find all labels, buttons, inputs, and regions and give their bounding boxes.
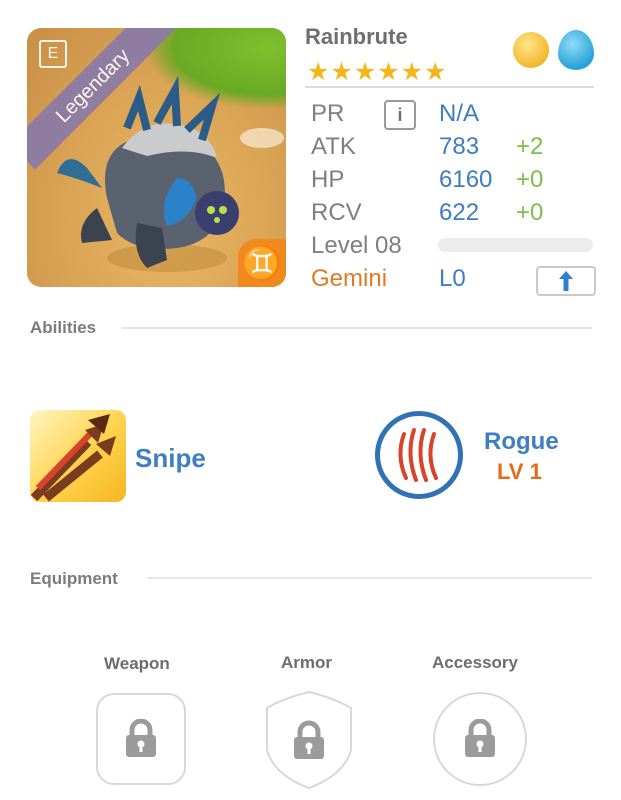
upgrade-button[interactable] <box>536 266 596 296</box>
abilities-section-title: Abilities <box>30 318 97 337</box>
hp-bonus: +0 <box>516 166 544 193</box>
rcv-value: 622 <box>439 199 480 226</box>
pr-label: PR <box>311 100 345 127</box>
water-element-icon <box>558 30 594 70</box>
armor-slot-label: Armor <box>281 653 333 672</box>
lock-icon <box>126 719 156 757</box>
rcv-bonus: +0 <box>516 199 544 226</box>
atk-value: 783 <box>439 133 480 160</box>
pr-value: N/A <box>439 100 480 127</box>
star-rating: ★★★★★★ <box>307 58 448 86</box>
atk-label: ATK <box>311 133 356 160</box>
stats-divider <box>305 86 594 88</box>
zodiac-sign-label: Gemini <box>311 265 388 292</box>
info-icon[interactable]: i <box>384 100 416 130</box>
weapon-slot-label: Weapon <box>104 654 170 673</box>
calendar-icon[interactable]: E <box>39 40 67 68</box>
gemini-zodiac-icon: ♊ <box>238 239 286 287</box>
atk-bonus: +2 <box>516 133 544 160</box>
level-label: Level 08 <box>311 232 402 259</box>
arrow-up-icon <box>559 271 573 291</box>
abilities-divider <box>122 327 592 329</box>
weapon-slot[interactable] <box>96 693 186 785</box>
rogue-ability-icon[interactable] <box>375 411 463 499</box>
snipe-ability-name[interactable]: Snipe <box>135 443 206 474</box>
equipment-section-title: Equipment <box>30 569 118 588</box>
rogue-ability-level: LV 1 <box>497 459 542 484</box>
hp-label: HP <box>311 166 345 193</box>
claw-marks-icon <box>398 428 438 482</box>
arrows-icon <box>30 414 116 502</box>
rcv-label: RCV <box>311 199 362 226</box>
monster-portrait[interactable]: Legendary E ♊ <box>27 28 286 287</box>
monster-name: Rainbrute <box>305 24 408 49</box>
hp-value: 6160 <box>439 166 493 193</box>
snipe-ability-icon[interactable] <box>30 410 126 502</box>
level-progress-bar <box>438 238 593 252</box>
equipment-divider <box>148 577 592 579</box>
zodiac-level-value: L0 <box>439 265 466 292</box>
accessory-slot-label: Accessory <box>432 653 519 672</box>
armor-slot[interactable] <box>264 690 354 790</box>
lock-icon <box>465 719 495 757</box>
light-element-icon <box>513 32 549 68</box>
rogue-ability-name[interactable]: Rogue <box>484 428 559 456</box>
accessory-slot[interactable] <box>433 692 527 786</box>
